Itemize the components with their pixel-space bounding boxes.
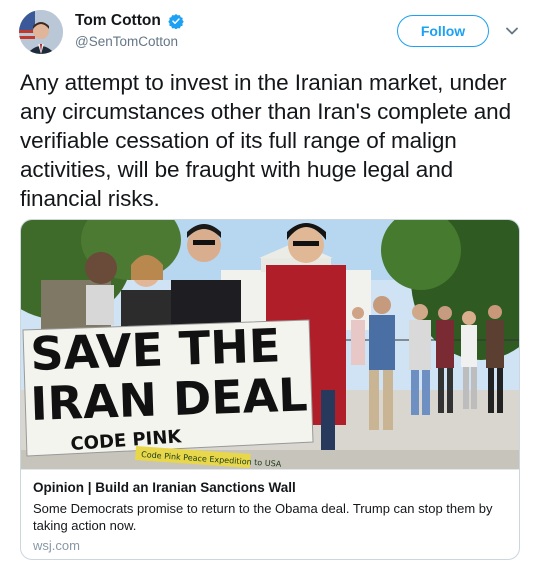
protest-photo: SAVE THE IRAN DEAL CODE PINK Code Pink P… [21,220,519,469]
card-domain: wsj.com [33,538,80,553]
avatar-image [19,10,63,54]
chevron-down-icon[interactable] [505,24,519,38]
link-card[interactable]: SAVE THE IRAN DEAL CODE PINK Code Pink P… [20,219,520,560]
follow-button[interactable]: Follow [397,15,489,47]
banner-text-line2: IRAN DEAL [29,367,308,431]
tweet-text: Any attempt to invest in the Iranian mar… [20,70,512,211]
verified-badge-icon [168,14,184,29]
card-info[interactable]: Opinion | Build an Iranian Sanctions Wal… [21,469,519,559]
author-display-name[interactable]: Tom Cotton [75,12,161,30]
tweet: Tom Cotton @SenTomCotton Follow Any atte… [0,0,544,570]
card-description: Some Democrats promise to return to the … [33,501,493,533]
card-title[interactable]: Opinion | Build an Iranian Sanctions Wal… [33,480,296,495]
author-info[interactable]: Tom Cotton @SenTomCotton [75,12,184,49]
card-image[interactable]: SAVE THE IRAN DEAL CODE PINK Code Pink P… [21,220,519,469]
author-handle[interactable]: @SenTomCotton [75,34,184,49]
avatar[interactable] [19,10,63,54]
